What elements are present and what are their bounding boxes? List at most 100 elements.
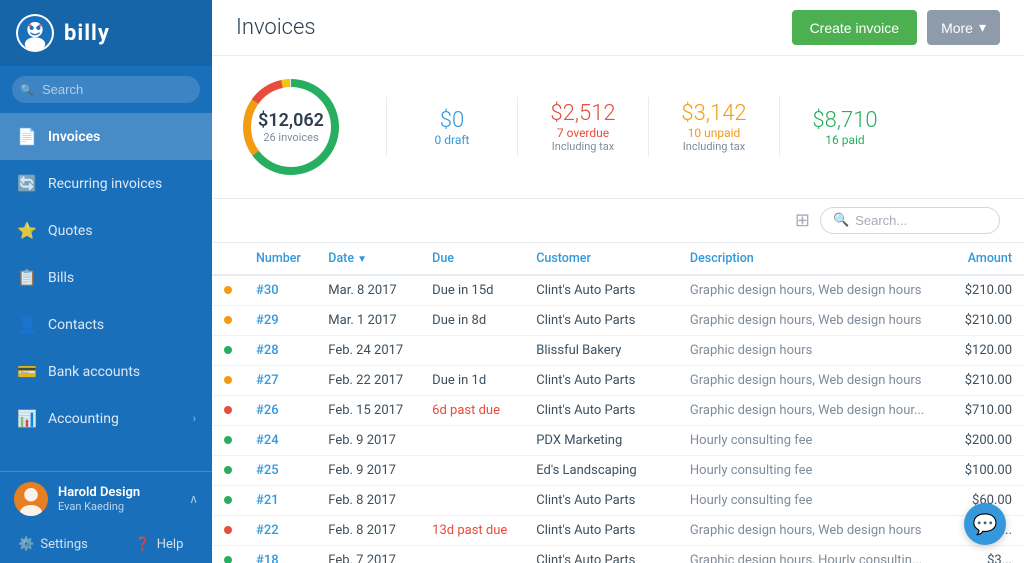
invoice-date: Feb. 9 2017 [316,456,420,486]
sidebar-item-label: Contacts [48,317,104,333]
stat-draft: $0 0 draft [407,108,497,147]
invoice-date: Feb. 8 2017 [316,516,420,546]
quotes-icon: ⭐ [16,221,38,240]
status-dot-cell [212,336,244,366]
col-dot [212,243,244,275]
invoice-description: Graphic design hours, Web design hours [678,306,949,336]
contacts-icon: 👤 [16,315,38,334]
create-invoice-button[interactable]: Create invoice [792,10,918,45]
sidebar-footer: Harold Design Evan Kaeding ∧ ⚙️ Settings… [0,471,212,563]
col-description[interactable]: Description [678,243,949,275]
bank-accounts-icon: 💳 [16,362,38,381]
table-row[interactable]: #25 Feb. 9 2017 Ed's Landscaping Hourly … [212,456,1024,486]
table-scroll[interactable]: Number Date ▼ Due Customer Description [212,243,1024,563]
invoice-amount: $100.00 [949,456,1024,486]
help-nav-item[interactable]: ❓ Help [106,526,212,563]
invoice-amount: $210.00 [949,366,1024,396]
invoice-description: Graphic design hours, Web design hours [678,366,949,396]
table-row[interactable]: #27 Feb. 22 2017 Due in 1d Clint's Auto … [212,366,1024,396]
page-title: Invoices [236,15,316,40]
table-view-icon[interactable]: ⊞ [795,210,810,231]
stat-draft-value: $0 [407,108,497,133]
sidebar-item-accounting[interactable]: 📊 Accounting › [0,395,212,442]
avatar [14,482,48,516]
user-details: Harold Design Evan Kaeding [58,485,189,513]
help-icon: ❓ [135,537,151,552]
sidebar-item-invoices[interactable]: 📄 Invoices [0,113,212,160]
sidebar-item-quotes[interactable]: ⭐ Quotes [0,207,212,254]
user-info[interactable]: Harold Design Evan Kaeding ∧ [0,472,212,526]
status-dot-cell [212,426,244,456]
invoice-number: #29 [244,306,316,336]
invoice-customer: Clint's Auto Parts [524,546,678,563]
stat-divider-1 [386,97,387,157]
recurring-invoices-icon: 🔄 [16,174,38,193]
invoice-customer: Clint's Auto Parts [524,275,678,306]
invoice-number: #18 [244,546,316,563]
settings-nav-item[interactable]: ⚙️ Settings [0,526,106,563]
invoice-customer: Clint's Auto Parts [524,516,678,546]
col-amount[interactable]: Amount [949,243,1024,275]
invoice-due [420,486,524,516]
stat-unpaid-sub: 10 unpaid [669,126,759,140]
user-chevron-icon: ∧ [189,492,198,506]
invoice-due: Due in 15d [420,275,524,306]
sidebar-item-label: Bills [48,270,74,286]
sidebar-item-bank-accounts[interactable]: 💳 Bank accounts [0,348,212,395]
invoice-date: Feb. 15 2017 [316,396,420,426]
chat-bubble[interactable]: 💬 [964,503,1006,545]
stat-unpaid: $3,142 10 unpaid Including tax [669,101,759,153]
col-date[interactable]: Date ▼ [316,243,420,275]
invoice-date: Feb. 22 2017 [316,366,420,396]
status-dot [224,406,232,414]
invoice-amount: $710.00 [949,396,1024,426]
sidebar-item-label: Bank accounts [48,364,140,380]
invoice-date: Feb. 8 2017 [316,486,420,516]
sidebar-item-contacts[interactable]: 👤 Contacts [0,301,212,348]
invoice-due [420,426,524,456]
status-dot [224,556,232,563]
search-input[interactable] [12,76,200,103]
stat-divider-2 [517,97,518,157]
sidebar-bottom-bar: ⚙️ Settings ❓ Help [0,526,212,563]
invoice-amount: $210.00 [949,275,1024,306]
col-due[interactable]: Due [420,243,524,275]
table-row[interactable]: #22 Feb. 8 2017 13d past due Clint's Aut… [212,516,1024,546]
stat-overdue-value: $2,512 [538,101,628,126]
invoice-customer: Clint's Auto Parts [524,486,678,516]
col-number[interactable]: Number [244,243,316,275]
stat-unpaid-value: $3,142 [669,101,759,126]
invoice-description: Graphic design hours, Web design hours [678,516,949,546]
status-dot [224,316,232,324]
col-customer[interactable]: Customer [524,243,678,275]
table-row[interactable]: #30 Mar. 8 2017 Due in 15d Clint's Auto … [212,275,1024,306]
invoice-amount: $3... [949,546,1024,563]
table-row[interactable]: #24 Feb. 9 2017 PDX Marketing Hourly con… [212,426,1024,456]
invoice-description: Graphic design hours [678,336,949,366]
table-search-container: 🔍 [820,207,1000,234]
sidebar-item-bills[interactable]: 📋 Bills [0,254,212,301]
table-row[interactable]: #21 Feb. 8 2017 Clint's Auto Parts Hourl… [212,486,1024,516]
invoice-description: Hourly consulting fee [678,456,949,486]
status-dot-cell [212,546,244,563]
invoice-description: Hourly consulting fee [678,426,949,456]
invoices-icon: 📄 [16,127,38,146]
more-button[interactable]: More ▾ [927,10,1000,45]
stats-bar: $12,062 26 invoices $0 0 draft $2,512 7 … [212,56,1024,199]
table-search-input[interactable] [855,213,987,228]
sidebar-item-recurring-invoices[interactable]: 🔄 Recurring invoices [0,160,212,207]
sidebar-logo: billy [0,0,212,66]
invoice-customer: Ed's Landscaping [524,456,678,486]
invoice-customer: Clint's Auto Parts [524,366,678,396]
invoice-amount: $210.00 [949,306,1024,336]
status-dot-cell [212,366,244,396]
table-row[interactable]: #18 Feb. 7 2017 Clint's Auto Parts Graph… [212,546,1024,563]
bills-icon: 📋 [16,268,38,287]
invoice-amount: $200.00 [949,426,1024,456]
invoice-number: #28 [244,336,316,366]
invoice-due: Due in 8d [420,306,524,336]
table-row[interactable]: #28 Feb. 24 2017 Blissful Bakery Graphic… [212,336,1024,366]
status-dot-cell [212,306,244,336]
table-row[interactable]: #26 Feb. 15 2017 6d past due Clint's Aut… [212,396,1024,426]
table-row[interactable]: #29 Mar. 1 2017 Due in 8d Clint's Auto P… [212,306,1024,336]
